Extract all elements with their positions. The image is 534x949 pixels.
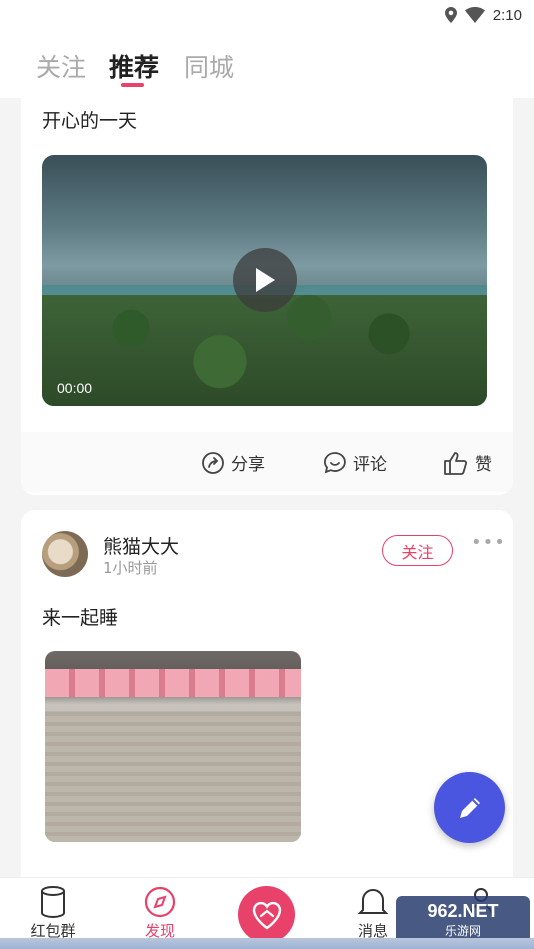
share-icon (202, 451, 224, 474)
nav-center-button[interactable] (238, 886, 295, 943)
cylinder-icon (41, 886, 65, 918)
tab-follow[interactable]: 关注 (36, 48, 86, 84)
location-icon (444, 7, 457, 23)
photo-table (45, 711, 301, 842)
play-icon (256, 268, 275, 292)
comment-icon (324, 451, 346, 473)
post-card: 熊猫大大 1小时前 关注 ••• 来一起睡 (21, 510, 513, 910)
play-button[interactable] (233, 248, 297, 312)
avatar[interactable] (42, 531, 88, 577)
post-time: 1小时前 (103, 559, 158, 577)
tab-recommend[interactable]: 推荐 (109, 48, 159, 84)
pencil-icon (459, 797, 480, 818)
wifi-icon (464, 7, 485, 23)
post-actions: 分享 评论 赞 (21, 432, 513, 492)
more-options-icon[interactable]: ••• (471, 532, 506, 553)
photo-toys (45, 669, 301, 697)
nav-red-packet-group[interactable]: 红包群 (18, 886, 88, 941)
follow-button[interactable]: 关注 (382, 535, 453, 566)
post-card: 开心的一天 00:00 分享 评论 赞 (21, 90, 513, 495)
watermark-logo: 962.NET 乐游网 (396, 896, 530, 944)
like-label: 赞 (475, 455, 492, 475)
video-time: 00:00 (57, 380, 93, 396)
status-bar: 2:10 (0, 0, 534, 30)
watermark-subtext: 乐游网 (444, 924, 481, 938)
comment-button[interactable]: 评论 (323, 450, 387, 475)
like-button[interactable]: 赞 (443, 450, 492, 475)
nav-discover[interactable]: 发现 (125, 886, 195, 941)
share-label: 分享 (231, 455, 265, 475)
username[interactable]: 熊猫大大 (103, 532, 179, 559)
watermark-text: 962.NET (427, 901, 499, 921)
bell-icon (358, 889, 388, 914)
heart-icon (252, 901, 281, 929)
compass-icon (144, 886, 176, 918)
active-tab-indicator (121, 83, 144, 87)
compose-button[interactable] (434, 772, 505, 843)
post-text: 来一起睡 (42, 607, 119, 629)
comment-label: 评论 (353, 455, 387, 475)
post-text: 开心的一天 (42, 110, 138, 132)
bottom-strip (0, 938, 534, 949)
tab-local[interactable]: 同城 (184, 48, 234, 84)
post-image[interactable] (45, 651, 301, 842)
status-time: 2:10 (492, 6, 522, 24)
video-player[interactable]: 00:00 (42, 155, 487, 406)
share-button[interactable]: 分享 (201, 450, 265, 475)
top-tabs: 关注 推荐 同城 (0, 30, 534, 98)
thumbs-up-icon (444, 451, 468, 475)
